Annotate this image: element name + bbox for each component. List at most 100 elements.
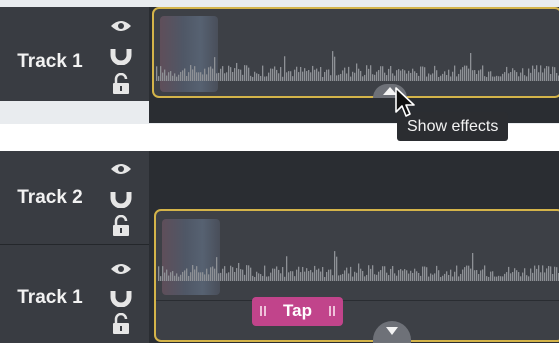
waveform-bar (216, 73, 218, 81)
waveform-bar (292, 76, 294, 81)
waveform-bar (416, 72, 418, 81)
eye-icon[interactable] (110, 162, 132, 176)
waveform-bar (446, 271, 448, 281)
waveform-bar (388, 68, 390, 81)
waveform-bar (210, 66, 212, 81)
waveform-bar (330, 75, 332, 81)
waveform-bar (250, 75, 252, 81)
waveform-bar (252, 275, 254, 281)
waveform-bar (438, 270, 440, 281)
track-header-track-2[interactable]: Track 2 (0, 151, 149, 244)
waveform-bar (424, 67, 426, 81)
waveform-bar (470, 268, 472, 281)
waveform-bar (340, 274, 342, 281)
waveform-bar (382, 266, 384, 281)
audio-clip[interactable] (152, 7, 559, 98)
waveform-bar (174, 275, 176, 281)
waveform-bar (304, 271, 306, 281)
waveform-bar (208, 67, 210, 81)
waveform-bar (192, 69, 194, 81)
waveform-bar (466, 265, 468, 281)
lock-icon[interactable] (110, 215, 132, 237)
waveform-bar (462, 269, 464, 281)
waveform-bar (302, 266, 304, 281)
waveform-bar (196, 266, 198, 281)
waveform-bar (288, 272, 290, 281)
waveform-bar (500, 276, 502, 281)
effect-tag-tap[interactable]: Tap (252, 297, 343, 326)
waveform-bar (522, 272, 524, 281)
waveform-bar (300, 272, 302, 281)
waveform-bar (534, 68, 536, 81)
waveform-bar (500, 76, 502, 81)
effect-end-handle[interactable] (329, 306, 335, 316)
waveform-bar (168, 275, 170, 281)
waveform-bar (548, 66, 550, 81)
waveform-bar (378, 70, 380, 81)
waveform-bar (368, 265, 370, 281)
track-header-track-1[interactable]: Track 1 (0, 7, 149, 101)
waveform-bar (240, 269, 242, 281)
waveform-bar (386, 75, 388, 81)
waveform-bar (254, 71, 256, 81)
waveform-bar (212, 266, 214, 281)
waveform-bar (350, 266, 352, 281)
waveform-bar (178, 276, 180, 281)
waveform-bar (218, 273, 220, 281)
waveform-bar (192, 265, 194, 281)
waveform-bar (384, 72, 386, 81)
waveform-bar (420, 66, 422, 81)
lock-icon[interactable] (110, 313, 132, 335)
waveform-bar (430, 273, 432, 281)
waveform-bar (338, 74, 340, 81)
waveform-bar (324, 71, 326, 81)
magnet-icon[interactable] (110, 45, 132, 65)
waveform-bar (312, 65, 314, 81)
waveform-bar (200, 272, 202, 281)
waveform-bar (388, 275, 390, 281)
waveform-bar (476, 74, 478, 81)
waveform-bar (452, 71, 454, 81)
waveform-bar (250, 267, 252, 281)
waveform-bar (422, 266, 424, 281)
waveform-bar (194, 66, 196, 81)
waveform-bar (456, 76, 458, 81)
waveform-bar (508, 73, 510, 81)
waveform-bar (488, 276, 490, 281)
waveform-bar (556, 72, 558, 81)
waveform-bar (516, 72, 518, 81)
lock-icon[interactable] (110, 73, 132, 95)
waveform-bar (196, 72, 198, 81)
waveform-bar (204, 68, 206, 81)
waveform-bar (220, 272, 222, 281)
waveform-bar (358, 263, 360, 281)
track-name: Track 1 (17, 51, 83, 72)
audio-clip[interactable] (154, 209, 559, 342)
eye-icon[interactable] (110, 19, 132, 33)
waveform-bar (334, 251, 336, 281)
waveform-bar (362, 76, 364, 81)
eye-icon[interactable] (110, 262, 132, 276)
waveform-bar (184, 270, 186, 281)
waveform-bar (474, 70, 476, 81)
waveform-bar (308, 69, 310, 81)
waveform-bar (324, 276, 326, 281)
waveform-bar (238, 69, 240, 81)
magnet-icon[interactable] (110, 188, 132, 208)
waveform-bar (350, 76, 352, 81)
waveform-bar (442, 73, 444, 81)
waveform-bar (240, 69, 242, 81)
waveform-bar (458, 73, 460, 81)
waveform-bar (294, 69, 296, 81)
waveform-bar (492, 271, 494, 281)
waveform-bar (484, 76, 486, 81)
waveform-bar (182, 70, 184, 81)
waveform-bar (346, 73, 348, 81)
magnet-icon[interactable] (110, 287, 132, 307)
waveform-bar (328, 269, 330, 281)
waveform-bar (256, 73, 258, 81)
waveform-bar (424, 266, 426, 281)
waveform-bar (344, 67, 346, 81)
waveform-bar (348, 273, 350, 281)
track-header-track-1[interactable]: Track 1 (0, 245, 149, 343)
